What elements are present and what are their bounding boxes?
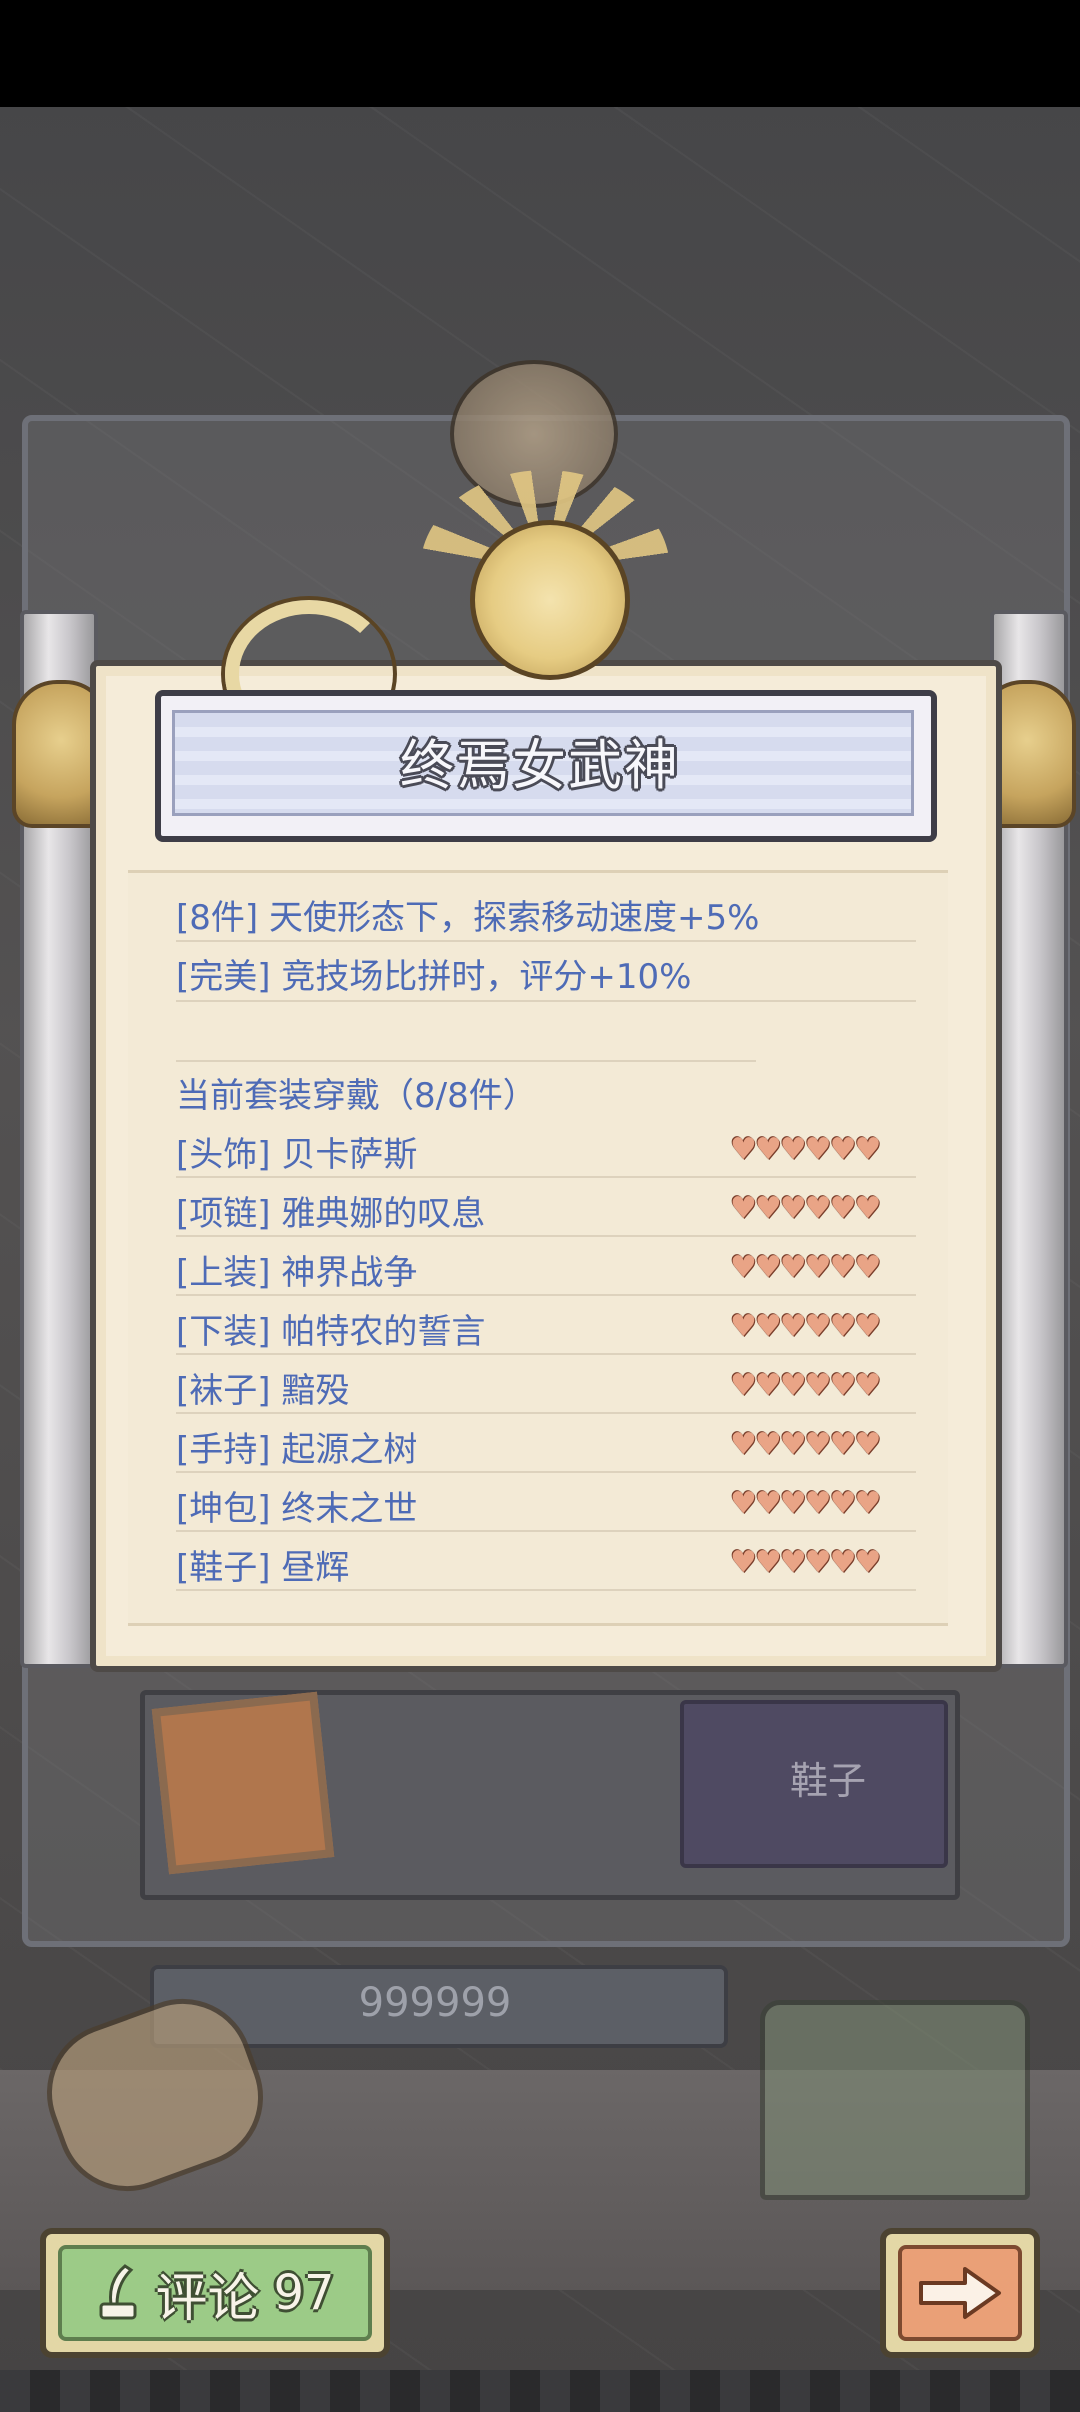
divider <box>176 1000 916 1002</box>
heart-rating: ♥♥♥♥♥♥ <box>730 1250 881 1285</box>
comment-count: 97 <box>273 2265 335 2321</box>
next-button-face[interactable] <box>898 2245 1022 2341</box>
heart-rating: ♥♥♥♥♥♥ <box>730 1545 881 1580</box>
bonus-8-piece: [8件] 天使形态下，探索移动速度+5% <box>176 898 760 938</box>
status-bar <box>0 0 1080 107</box>
item-necklace: [项链] 雅典娜的叹息 <box>176 1194 486 1234</box>
item-socks: [袜子] 黯殁 <box>176 1371 350 1411</box>
heart-rating: ♥♥♥♥♥♥ <box>730 1191 881 1226</box>
bottom-rail <box>0 2370 1080 2412</box>
heart-rating: ♥♥♥♥♥♥ <box>730 1486 881 1521</box>
plant-prop-icon <box>760 2000 1030 2200</box>
divider <box>176 1353 916 1355</box>
item-shoes: [鞋子] 昼辉 <box>176 1548 350 1588</box>
set-header: 当前套装穿戴（8/8件） <box>176 1076 537 1116</box>
divider <box>176 1589 916 1591</box>
comment-label: 评论 <box>155 2268 260 2329</box>
divider <box>176 1294 916 1296</box>
item-headwear: [头饰] 贝卡萨斯 <box>176 1135 418 1175</box>
bonus-perfect: [完美] 竞技场比拼时，评分+10% <box>176 957 692 997</box>
set-title: 终焉女武神 <box>400 733 680 797</box>
divider <box>176 1176 916 1178</box>
heart-rating: ♥♥♥♥♥♥ <box>730 1309 881 1344</box>
divider <box>176 1412 916 1414</box>
divider <box>176 1235 916 1237</box>
item-top: [上装] 神界战争 <box>176 1253 418 1293</box>
comment-button-face[interactable]: 评论 97 <box>58 2245 372 2341</box>
heart-rating: ♥♥♥♥♥♥ <box>730 1132 881 1167</box>
quill-icon <box>95 2264 141 2322</box>
divider <box>176 1530 916 1532</box>
heart-rating: ♥♥♥♥♥♥ <box>730 1427 881 1462</box>
heart-rating: ♥♥♥♥♥♥ <box>730 1368 881 1403</box>
item-bottom: [下装] 帕特农的誓言 <box>176 1312 486 1352</box>
arrow-right-icon <box>919 2267 1001 2319</box>
item-handheld: [手持] 起源之树 <box>176 1430 418 1470</box>
item-stamp-icon[interactable] <box>151 1691 335 1875</box>
divider <box>176 1060 756 1062</box>
divider <box>176 940 916 942</box>
slot-label: 鞋子 <box>790 1759 867 1803</box>
item-handbag: [坤包] 终末之世 <box>176 1489 418 1529</box>
sun-ornament <box>470 520 630 680</box>
divider <box>176 1471 916 1473</box>
